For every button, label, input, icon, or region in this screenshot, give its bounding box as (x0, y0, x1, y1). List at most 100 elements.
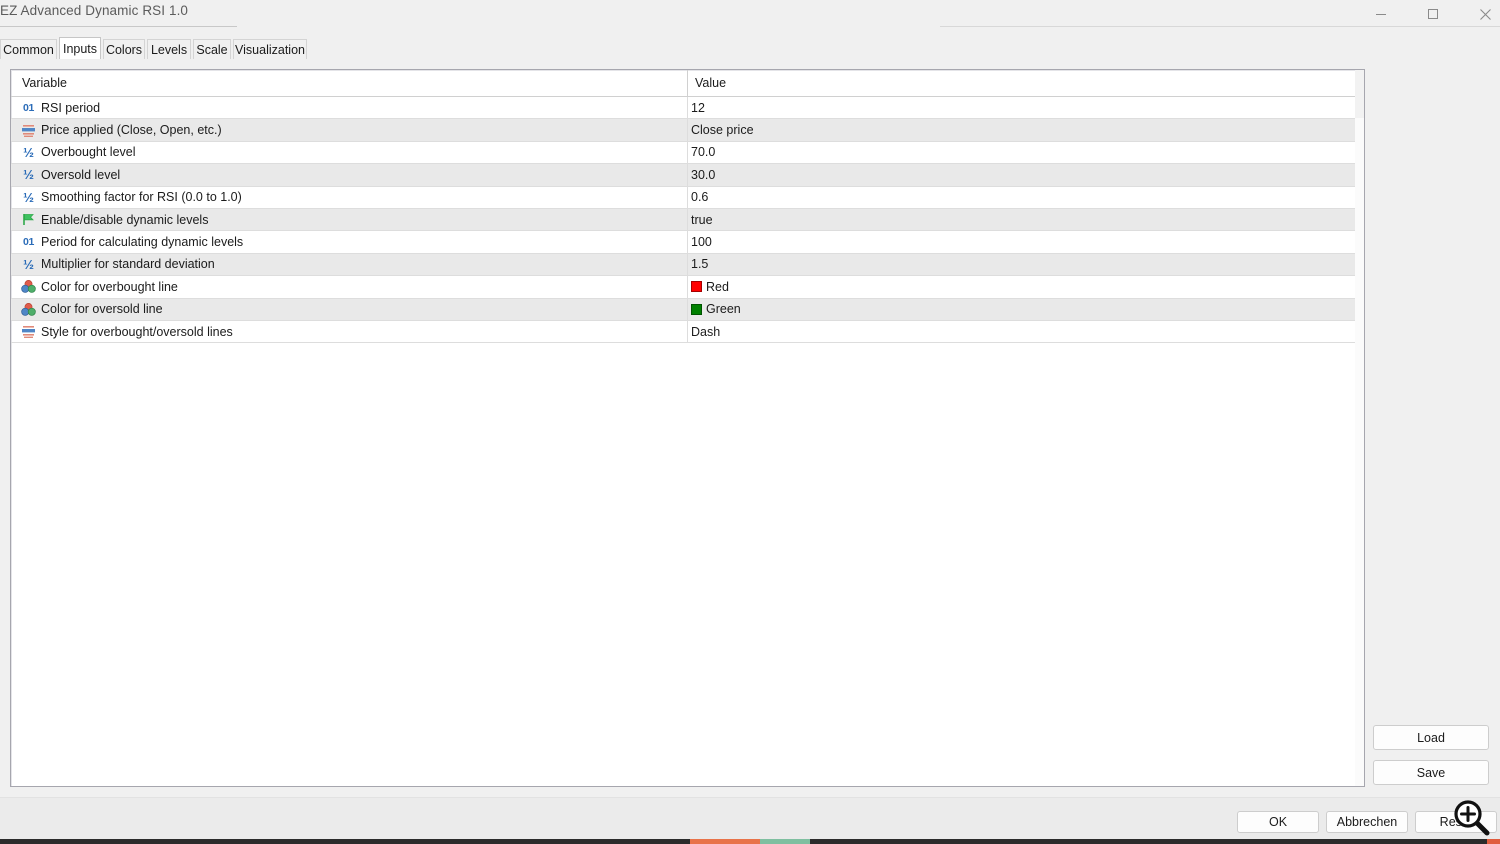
header-cell-value[interactable]: Value (688, 70, 1355, 96)
value-label: Red (706, 279, 729, 294)
cell-value[interactable]: 0.6 (688, 187, 1355, 208)
table-row[interactable]: ½ Overbought level 70.0 (11, 141, 1355, 165)
value-label: 30.0 (691, 167, 716, 182)
boolean-icon (21, 212, 36, 227)
cell-variable[interactable]: ½ Overbought level (11, 142, 687, 163)
cell-variable[interactable]: Style for overbought/oversold lines (11, 321, 687, 342)
double-icon: ½ (23, 144, 34, 160)
variable-label: Overbought level (41, 145, 136, 160)
double-icon: ½ (23, 256, 34, 272)
cell-value[interactable]: 1.5 (688, 254, 1355, 275)
value-label: 100 (691, 235, 712, 250)
cell-value[interactable]: Green (688, 299, 1355, 320)
table-row[interactable]: Enable/disable dynamic levels true (11, 208, 1355, 232)
minimize-button[interactable] (1358, 0, 1404, 28)
cell-variable[interactable]: ½ Multiplier for standard deviation (11, 254, 687, 275)
integer-icon: 01 (22, 101, 35, 114)
tab-inputs[interactable]: Inputs (59, 37, 101, 59)
table-row[interactable]: Price applied (Close, Open, etc.) Close p… (11, 119, 1355, 142)
header-label-variable: Variable (22, 76, 67, 90)
integer-icon: 01 (22, 236, 35, 249)
color-icon (21, 279, 36, 294)
tab-bar: Common Inputs Colors Levels Scale Visualizati… (0, 37, 1500, 59)
color-swatch (691, 303, 702, 315)
cell-variable[interactable]: Price applied (Close, Open, etc.) (11, 119, 687, 140)
color-icon (21, 302, 36, 317)
tab-common[interactable]: Common (0, 39, 57, 59)
taskbar-strip (0, 839, 1500, 844)
cancel-button[interactable]: Abbrechen (1326, 811, 1408, 833)
value-label: 0.6 (691, 190, 709, 205)
tab-visualization[interactable]: Visualization (233, 39, 307, 59)
table-row[interactable]: Color for oversold line Green (11, 298, 1355, 321)
cell-variable[interactable]: 01 Period for calculating dynamic levels (11, 231, 687, 252)
variable-label: Enable/disable dynamic levels (41, 212, 209, 227)
vertical-scrollbar[interactable] (1355, 70, 1364, 786)
variable-label: Price applied (Close, Open, etc.) (41, 123, 222, 138)
cell-variable[interactable]: 01 RSI period (11, 97, 687, 118)
maximize-icon (1428, 9, 1438, 19)
window-title: EZ Advanced Dynamic RSI 1.0 (0, 3, 189, 18)
table-row[interactable]: 01 RSI period 12 (11, 97, 1355, 120)
footer-separator (0, 797, 1500, 798)
value-label: true (691, 212, 713, 227)
variable-label: Color for oversold line (41, 302, 163, 317)
value-label: 1.5 (691, 257, 709, 272)
cell-value[interactable]: Dash (688, 321, 1355, 342)
value-label: Green (706, 302, 741, 317)
double-icon: ½ (23, 189, 34, 205)
variable-label: Color for overbought line (41, 279, 178, 294)
table-row[interactable]: ½ Oversold level 30.0 (11, 164, 1355, 187)
table-row[interactable]: Style for overbought/oversold lines Dash (11, 320, 1355, 344)
cell-variable[interactable]: Color for oversold line (11, 299, 687, 320)
variable-label: RSI period (41, 100, 101, 115)
table-row[interactable]: Color for overbought line Red (11, 276, 1355, 299)
tab-levels[interactable]: Levels (147, 39, 191, 59)
close-icon (1479, 8, 1491, 20)
table-row[interactable]: ½ Multiplier for standard deviation 1.5 (11, 253, 1355, 277)
cell-variable[interactable]: ½ Oversold level (11, 164, 687, 185)
enum-icon (21, 123, 36, 138)
cell-value[interactable]: 12 (688, 97, 1355, 118)
close-button[interactable] (1462, 0, 1500, 28)
double-icon: ½ (23, 167, 34, 183)
load-button[interactable]: Load (1373, 725, 1489, 750)
table-row[interactable]: 01 Period for calculating dynamic levels 1… (11, 231, 1355, 254)
tab-colors[interactable]: Colors (103, 39, 145, 59)
cell-value[interactable]: 30.0 (688, 164, 1355, 185)
cell-value[interactable]: true (688, 209, 1355, 230)
cell-value[interactable]: Red (688, 276, 1355, 297)
header-label-value: Value (695, 76, 727, 90)
title-separator (0, 26, 237, 27)
header-cell-variable[interactable]: Variable (11, 70, 687, 96)
style-icon (21, 324, 36, 339)
variable-label: Period for calculating dynamic levels (41, 235, 244, 250)
tab-scale[interactable]: Scale (193, 39, 231, 59)
title-bar: EZ Advanced Dynamic RSI 1.0 (0, 0, 1500, 28)
inputs-grid: Variable Value 01 RSI period 12 Price appli… (11, 70, 1355, 344)
cell-value[interactable]: Close price (688, 119, 1355, 140)
cell-value[interactable]: 70.0 (688, 142, 1355, 163)
variable-label: Oversold level (41, 167, 121, 182)
value-label: Dash (691, 324, 721, 339)
variable-label: Multiplier for standard deviation (41, 257, 215, 272)
value-label: Close price (691, 123, 754, 138)
cell-value[interactable]: 100 (688, 231, 1355, 252)
variable-label: Smoothing factor for RSI (0.0 to 1.0) (41, 190, 242, 205)
cell-variable[interactable]: Enable/disable dynamic levels (11, 209, 687, 230)
table-row[interactable]: ½ Smoothing factor for RSI (0.0 to 1.0) 0.… (11, 186, 1355, 209)
cell-variable[interactable]: ½ Smoothing factor for RSI (0.0 to 1.0) (11, 187, 687, 208)
ok-button[interactable]: OK (1237, 811, 1319, 833)
save-button[interactable]: Save (1373, 760, 1489, 785)
reset-button[interactable]: Reset (1415, 811, 1497, 833)
taskbar-accent-green (760, 839, 810, 844)
variable-label: Style for overbought/oversold lines (41, 324, 233, 339)
value-label: 12 (691, 100, 705, 115)
minimize-icon (1376, 14, 1386, 15)
cell-variable[interactable]: Color for overbought line (11, 276, 687, 297)
table-header-row: Variable Value (11, 70, 1355, 97)
scrollbar-thumb[interactable] (1355, 70, 1364, 118)
value-label: 70.0 (691, 145, 716, 160)
maximize-button[interactable] (1410, 0, 1456, 28)
inputs-table-panel: Variable Value 01 RSI period 12 Price appli… (10, 69, 1365, 787)
